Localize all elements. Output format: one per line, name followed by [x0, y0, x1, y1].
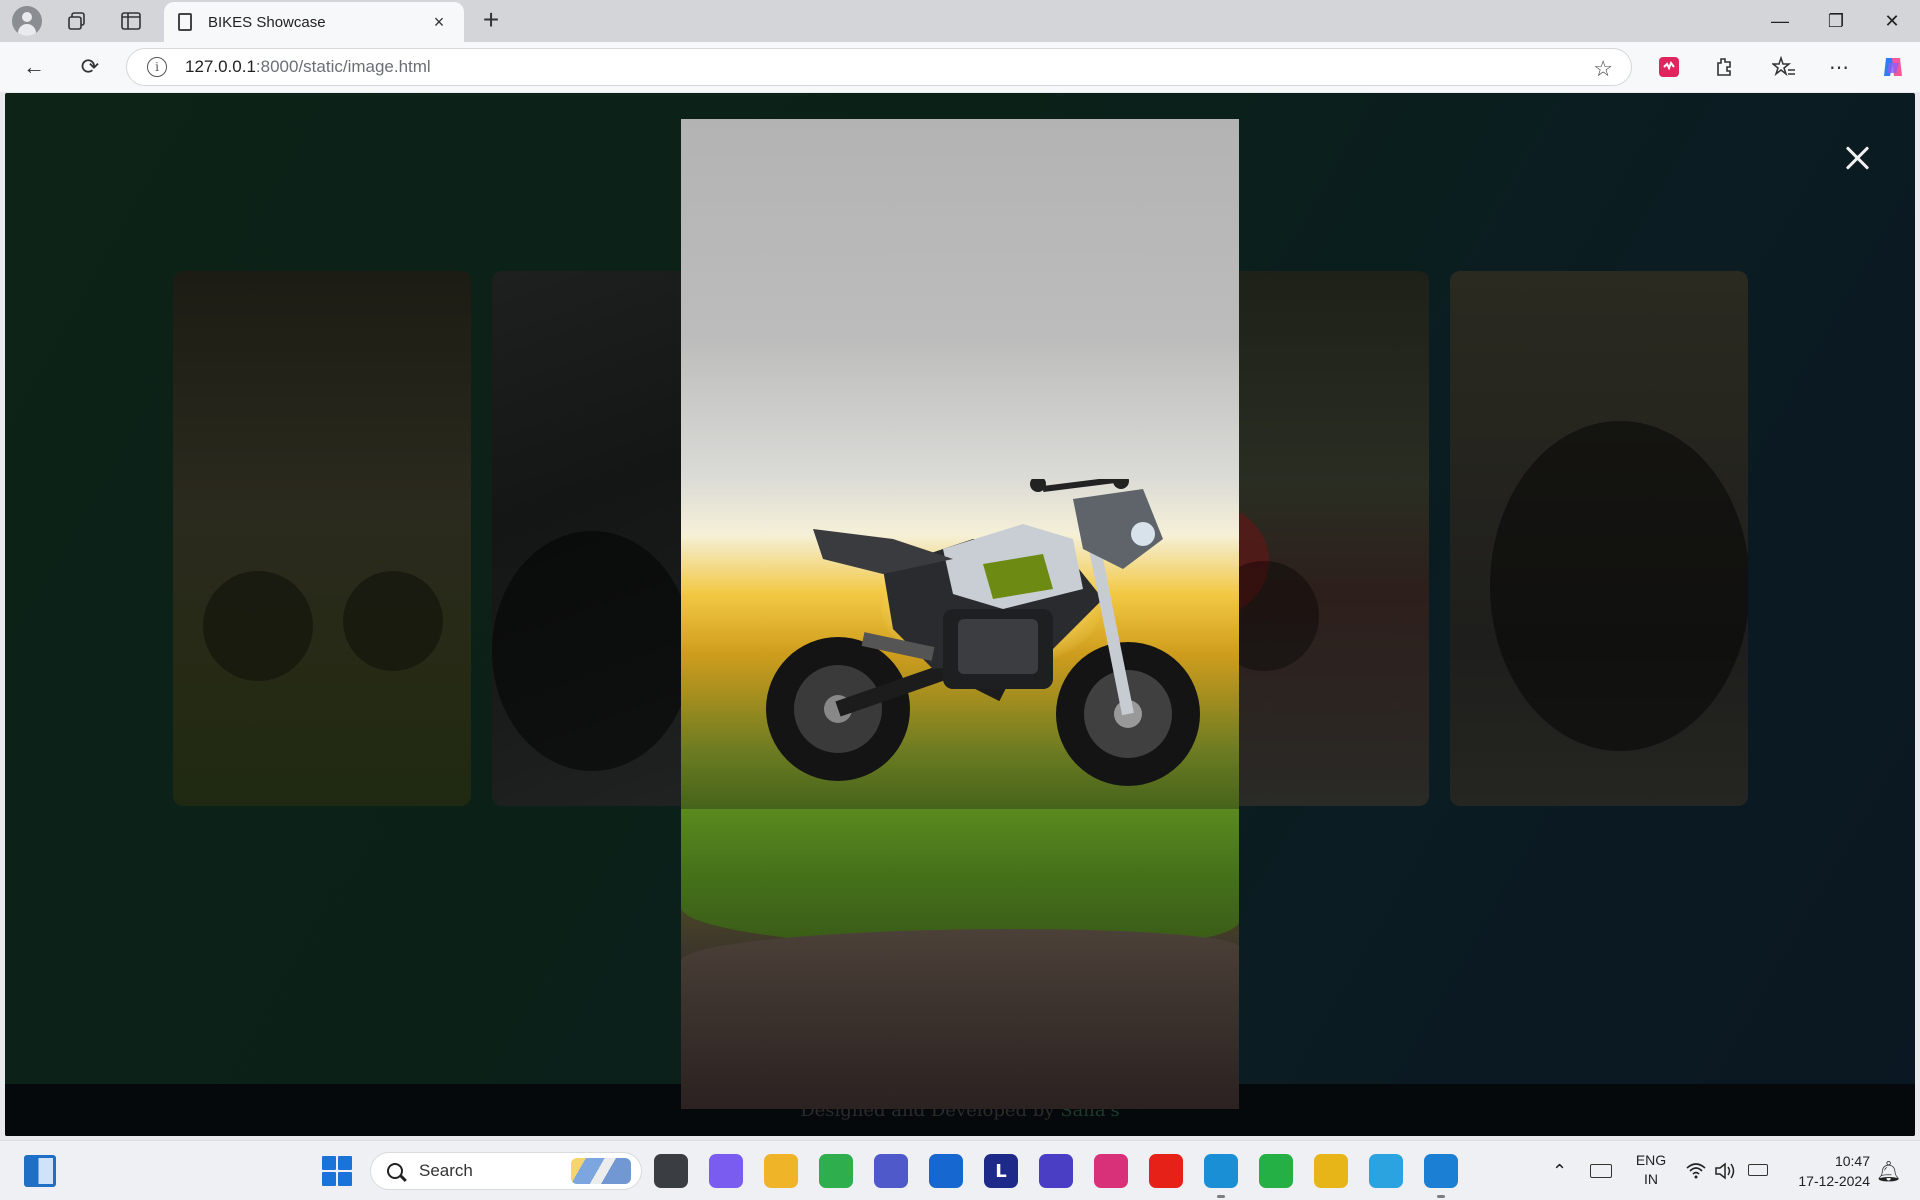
battery-icon[interactable] [1748, 1164, 1768, 1176]
more-icon[interactable]: ⋯ [1826, 54, 1852, 80]
bike-card-1[interactable] [173, 271, 471, 806]
keyboard-icon[interactable] [1590, 1164, 1612, 1178]
file-explorer-icon[interactable] [764, 1154, 798, 1188]
minimize-button[interactable]: — [1752, 0, 1808, 42]
a-app-icon[interactable] [1039, 1154, 1073, 1188]
search-icon [387, 1163, 403, 1179]
show-hidden-icons-chevron-icon[interactable]: ⌃ [1552, 1141, 1567, 1200]
clock[interactable]: 10:47 17-12-2024 [1784, 1151, 1870, 1191]
tab-close-icon[interactable]: × [428, 12, 450, 33]
new-tab-button[interactable]: + [476, 6, 506, 36]
wifi-icon[interactable] [1686, 1141, 1706, 1200]
reload-icon[interactable]: ⟳ [72, 50, 108, 84]
workspaces-icon[interactable] [56, 6, 98, 36]
telegram-icon[interactable] [1369, 1154, 1403, 1188]
edge-icon[interactable] [1204, 1154, 1238, 1188]
clock-date: 17-12-2024 [1798, 1173, 1870, 1189]
youtube-icon[interactable] [1149, 1154, 1183, 1188]
url-host: 127.0.0.1 [185, 57, 256, 76]
favorite-star-icon[interactable]: ☆ [1593, 56, 1613, 82]
taskbar-search[interactable]: Search [370, 1152, 642, 1190]
browser-toolbar: ← ⟳ i 127.0.0.1 :8000/static/image.html … [0, 42, 1920, 92]
notification-bell-icon[interactable]: 🔔︎ [1876, 1159, 1901, 1184]
vscode-running-indicator [1437, 1195, 1445, 1198]
back-arrow-icon[interactable]: ← [16, 50, 52, 84]
extensions-icon[interactable] [1711, 54, 1737, 80]
pdf-reader-icon[interactable] [1656, 54, 1682, 80]
bike-card-5[interactable] [1450, 271, 1748, 806]
search-highlight-icon [571, 1158, 631, 1184]
lightbox-close-icon[interactable] [1843, 143, 1873, 173]
restore-button[interactable]: ❐ [1808, 0, 1864, 42]
widgets-icon[interactable] [24, 1155, 56, 1187]
store-icon[interactable] [929, 1154, 963, 1188]
region-code: IN [1644, 1171, 1658, 1187]
ring-app-icon[interactable] [819, 1154, 853, 1188]
search-label: Search [419, 1161, 473, 1180]
site-info-icon[interactable]: i [147, 57, 167, 77]
browser-title-bar: BIKES Showcase × + — ❐ ✕ [0, 0, 1920, 42]
language-code: ENG [1635, 1152, 1667, 1168]
teams-icon[interactable] [874, 1154, 908, 1188]
copilot-icon[interactable] [709, 1154, 743, 1188]
window-controls: — ❐ ✕ [1752, 0, 1920, 42]
edge-running-indicator [1217, 1195, 1225, 1198]
language-indicator[interactable]: ENG IN [1628, 1151, 1674, 1189]
address-bar[interactable]: i 127.0.0.1 :8000/static/image.html ☆ [126, 48, 1632, 86]
chrome-icon[interactable] [1314, 1154, 1348, 1188]
grass [681, 809, 1239, 949]
page-icon [178, 13, 192, 31]
favorites-icon[interactable] [1771, 54, 1797, 80]
url-path: :8000/static/image.html [255, 57, 431, 76]
file-explorer-dark-icon[interactable] [654, 1154, 688, 1188]
tab-title: BIKES Showcase [208, 13, 326, 31]
clock-time: 10:47 [1834, 1153, 1870, 1169]
instagram-icon[interactable] [1094, 1154, 1128, 1188]
volume-icon[interactable] [1714, 1141, 1736, 1200]
whatsapp-icon[interactable] [1259, 1154, 1293, 1188]
active-tab[interactable]: BIKES Showcase × [164, 2, 464, 42]
windows-taskbar: Search L ⌃ ENG IN 10:47 17-12-2024 🔔︎ [0, 1140, 1920, 1200]
vertical-tabs-icon[interactable] [110, 6, 152, 36]
profile-icon[interactable] [6, 6, 48, 36]
lightbox-image[interactable] [681, 119, 1239, 1109]
close-window-button[interactable]: ✕ [1864, 0, 1920, 42]
road [681, 929, 1239, 1109]
start-windows-icon[interactable] [322, 1156, 352, 1186]
vscode-icon[interactable] [1424, 1154, 1458, 1188]
motorcycle-illustration [766, 479, 1200, 786]
copilot-icon[interactable] [1880, 54, 1906, 80]
l-app-icon[interactable]: L [984, 1154, 1018, 1188]
